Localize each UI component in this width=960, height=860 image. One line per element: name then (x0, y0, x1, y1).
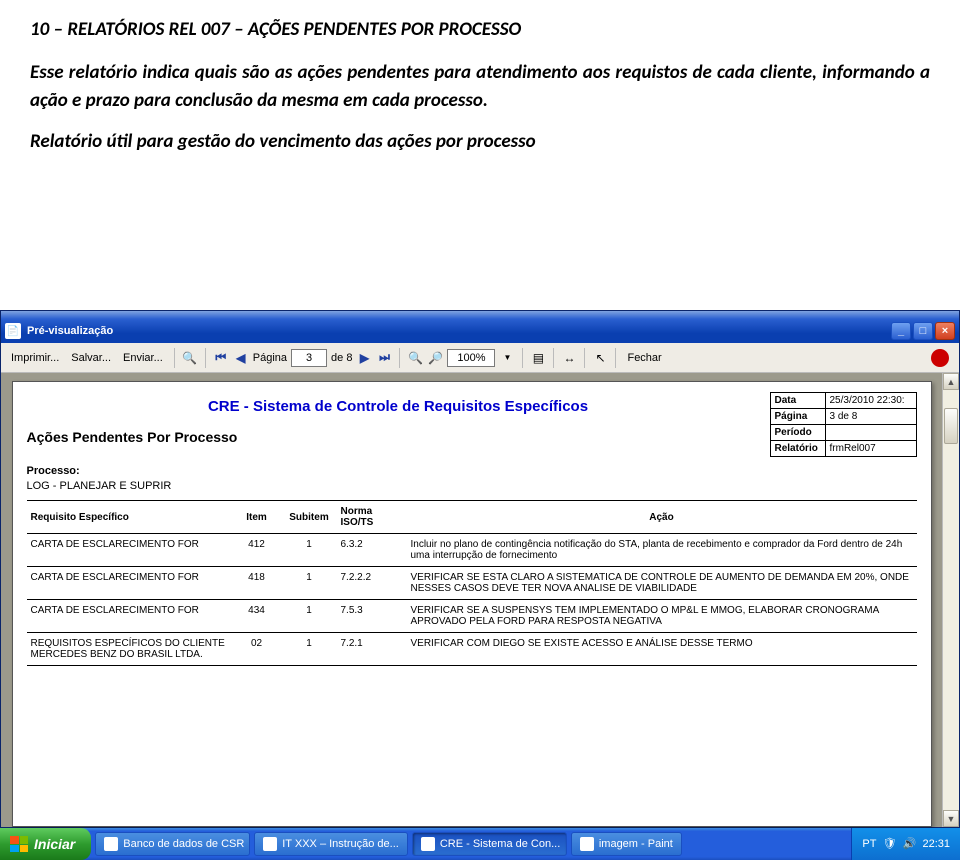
print-button[interactable]: Imprimir... (7, 350, 63, 366)
taskbar-item[interactable]: imagem - Paint (571, 832, 682, 856)
col-header: Ação (407, 501, 917, 534)
preview-canvas: CRE - Sistema de Controle de Requisitos … (1, 373, 959, 827)
process-label: Processo: (27, 465, 917, 477)
zoom-input[interactable] (447, 349, 495, 367)
taskbar-item[interactable]: IT XXX – Instrução de... (254, 832, 408, 856)
table-row: CARTA DE ESCLARECIMENTO FOR41216.3.2Incl… (27, 534, 917, 567)
first-page-icon[interactable]: ⏮ (213, 350, 229, 366)
zoom-dropdown-icon[interactable]: ▼ (499, 350, 515, 366)
ruler-icon[interactable]: ↔ (561, 350, 577, 366)
tray-icon[interactable]: 🛡 (882, 837, 896, 851)
tray-icon[interactable]: 🔊 (902, 837, 916, 851)
doc-heading: 10 – RELATÓRIOS REL 007 – AÇÕES PENDENTE… (30, 18, 930, 41)
preview-window: 📄 Pré-visualização _ □ × Imprimir... Sal… (0, 310, 960, 828)
window-title: Pré-visualização (27, 325, 113, 337)
col-header: Subitem (282, 501, 337, 534)
taskbar-item-active[interactable]: CRE - Sistema de Con... (412, 832, 567, 856)
page-label: Página (253, 352, 287, 364)
zoom-out-icon[interactable]: 🔍 (407, 350, 423, 366)
document-text-region: 10 – RELATÓRIOS REL 007 – AÇÕES PENDENTE… (0, 0, 960, 178)
app-icon (580, 837, 594, 851)
taskbar: Iniciar Banco de dados de CSR IT XXX – I… (0, 828, 960, 860)
language-indicator[interactable]: PT (862, 838, 876, 850)
system-tray[interactable]: PT 🛡 🔊 22:31 (851, 828, 960, 860)
window-close-button[interactable]: × (935, 322, 955, 340)
send-button[interactable]: Enviar... (119, 350, 167, 366)
col-header: Item (232, 501, 282, 534)
start-button[interactable]: Iniciar (0, 828, 91, 860)
app-icon: 📄 (5, 323, 21, 339)
zoom-in-icon[interactable]: 🔎 (427, 350, 443, 366)
col-header: Requisito Específico (27, 501, 232, 534)
scroll-track[interactable] (943, 390, 959, 810)
prev-page-icon[interactable]: ◀ (233, 350, 249, 366)
report-main-title: CRE - Sistema de Controle de Requisitos … (27, 398, 770, 415)
app-icon (104, 837, 118, 851)
table-row: CARTA DE ESCLARECIMENTO FOR41817.2.2.2VE… (27, 567, 917, 600)
last-page-icon[interactable]: ⏭ (376, 350, 392, 366)
vertical-scrollbar[interactable]: ▲ ▼ (942, 373, 959, 827)
col-header: Norma ISO/TS (337, 501, 407, 534)
scroll-up-button[interactable]: ▲ (943, 373, 959, 390)
taskbar-item[interactable]: Banco de dados de CSR (95, 832, 250, 856)
next-page-icon[interactable]: ▶ (356, 350, 372, 366)
report-page: CRE - Sistema de Controle de Requisitos … (12, 381, 932, 827)
window-titlebar[interactable]: 📄 Pré-visualização _ □ × (1, 319, 959, 343)
scroll-down-button[interactable]: ▼ (943, 810, 959, 827)
save-button[interactable]: Salvar... (67, 350, 115, 366)
table-row: REQUISITOS ESPECÍFICOS DO CLIENTE MERCED… (27, 633, 917, 666)
brand-logo-icon (931, 349, 949, 367)
process-value: LOG - PLANEJAR E SUPRIR (27, 480, 917, 492)
report-subtitle: Ações Pendentes Por Processo (27, 429, 770, 445)
doc-paragraph: Esse relatório indica quais são as ações… (30, 59, 930, 114)
app-icon (263, 837, 277, 851)
page-total-label: de 8 (331, 352, 352, 364)
app-icon (421, 837, 435, 851)
toolbar: Imprimir... Salvar... Enviar... 🔍 ⏮ ◀ Pá… (1, 343, 959, 373)
page-number-input[interactable] (291, 349, 327, 367)
clock[interactable]: 22:31 (922, 838, 950, 850)
table-row: CARTA DE ESCLARECIMENTO FOR43417.5.3VERI… (27, 600, 917, 633)
minimize-button[interactable]: _ (891, 322, 911, 340)
scroll-thumb[interactable] (944, 408, 958, 444)
search-icon[interactable]: 🔍 (182, 350, 198, 366)
close-preview-button[interactable]: Fechar (623, 350, 665, 366)
maximize-button[interactable]: □ (913, 322, 933, 340)
windows-logo-icon (10, 836, 28, 852)
table-header-row: Requisito Específico Item Subitem Norma … (27, 501, 917, 534)
pointer-icon[interactable]: ↖ (592, 350, 608, 366)
doc-paragraph: Relatório útil para gestão do vencimento… (30, 128, 930, 156)
report-meta-box: Data25/3/2010 22:30: Página3 de 8 Períod… (770, 392, 917, 457)
layout-icon[interactable]: ▤ (530, 350, 546, 366)
report-data-table: Requisito Específico Item Subitem Norma … (27, 500, 917, 666)
